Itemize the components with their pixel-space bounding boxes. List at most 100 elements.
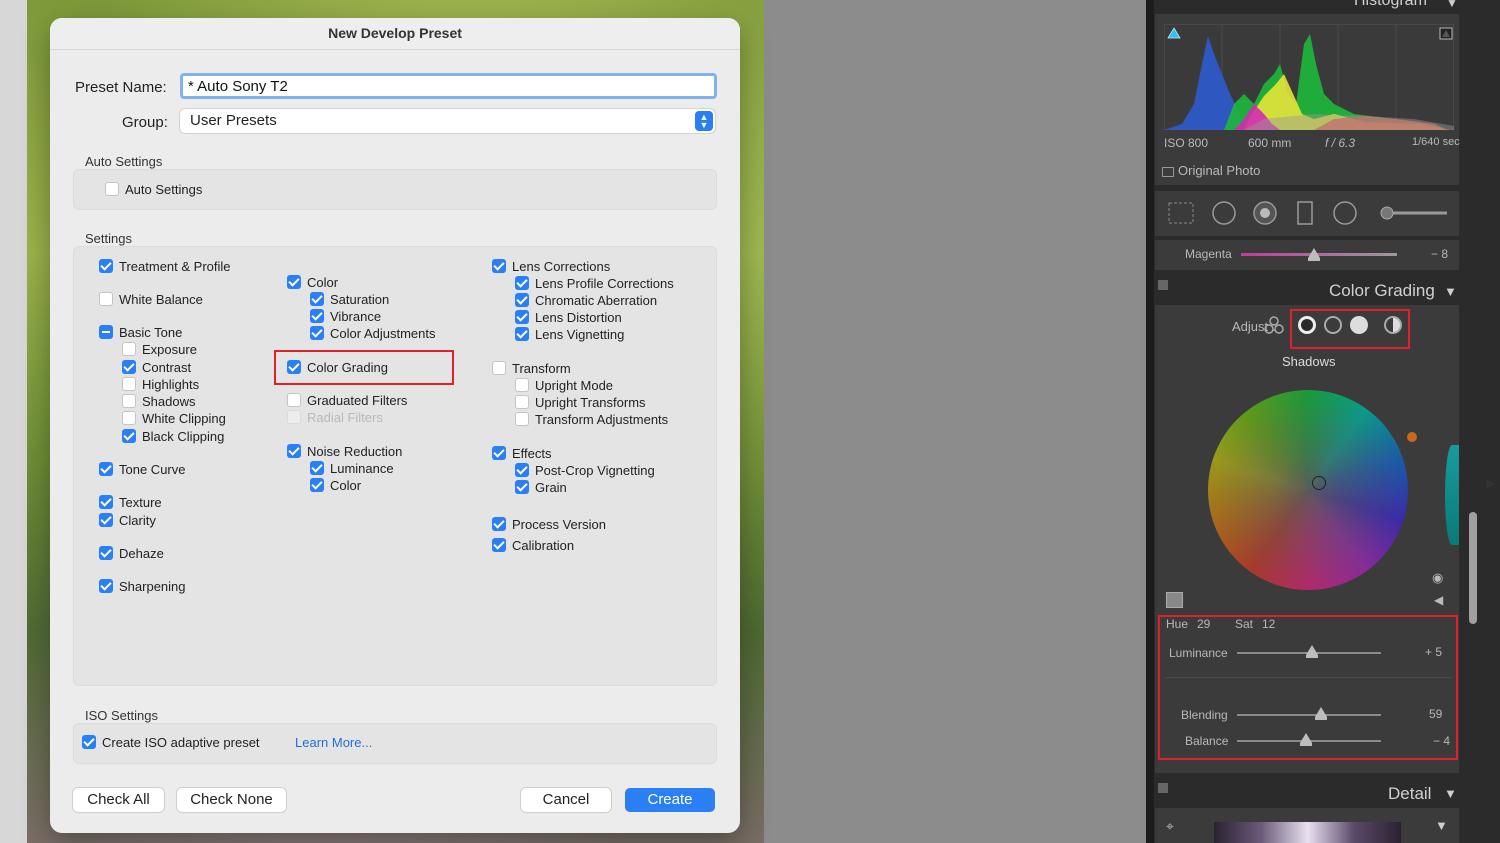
expand-panel-icon[interactable]: ▶ [1486,476,1495,490]
checkbox-contrast[interactable]: Contrast [122,359,191,375]
exif-focal-length: 600 mm [1248,136,1292,150]
histogram-title: Histogram [1354,0,1427,9]
color-wheel[interactable] [1208,390,1408,590]
checkbox-radial-filters: Radial Filters [287,409,383,425]
checkbox-luminance[interactable]: Luminance [310,460,394,476]
group-value: User Presets [190,112,277,129]
color-wheel-handle[interactable] [1312,476,1326,490]
checkbox-transform-adjustments[interactable]: Transform Adjustments [515,411,668,427]
checkbox-lens-corrections[interactable]: Lens Corrections [492,258,610,274]
checkbox-white-balance[interactable]: White Balance [99,291,203,307]
hue-handle[interactable] [1407,432,1417,442]
detail-panel: ⌖ ▼ [1155,808,1459,843]
check-all-button[interactable]: Check All [73,788,164,812]
color-swatch-icon[interactable] [1166,592,1183,608]
window-background [0,0,27,843]
luminance-slider-thumb[interactable] [1306,645,1318,658]
detail-preview-image [1214,822,1401,843]
checkbox-texture[interactable]: Texture [99,494,162,510]
panel-scrollbar[interactable] [1469,512,1477,624]
checkbox-icon [105,182,119,196]
cancel-button[interactable]: Cancel [521,788,611,812]
checkbox-clarity[interactable]: Clarity [99,512,156,528]
collapse-triangle-icon[interactable]: ▼ [1444,284,1457,299]
checkbox-graduated-filters[interactable]: Graduated Filters [287,392,407,408]
new-develop-preset-dialog: New Develop Preset Preset Name: Group: U… [50,18,740,833]
checkbox-color[interactable]: Color [287,274,338,290]
radial-filter-icon[interactable] [1333,201,1357,225]
create-button[interactable]: Create [625,788,715,812]
checkbox-sharpening[interactable]: Sharpening [99,578,186,594]
checkbox-effects[interactable]: Effects [492,445,552,461]
checkbox-vibrance[interactable]: Vibrance [310,308,381,324]
checkbox-color-adjustments[interactable]: Color Adjustments [310,325,436,341]
target-icon[interactable]: ⌖ [1166,818,1174,835]
right-panel: Histogram ▼ ISO 800 600 mm f / 6.3 1/640… [1146,0,1500,843]
original-photo-toggle[interactable]: Original Photo [1162,163,1260,178]
detail-title: Detail [1388,784,1432,803]
spot-removal-icon[interactable] [1212,201,1236,225]
checkbox-process-version[interactable]: Process Version [492,516,606,532]
checkbox-noise-reduction[interactable]: Noise Reduction [287,443,402,459]
checkbox-iso-adaptive[interactable]: Create ISO adaptive preset [82,734,260,750]
hue-value: 29 [1197,617,1211,631]
color-grading-highlight [274,350,454,385]
shadows-label: Shadows [1282,354,1336,369]
collapse-triangle-icon[interactable]: ▼ [1446,0,1458,10]
collapse-left-icon[interactable]: ◀ [1434,593,1443,607]
learn-more-link[interactable]: Learn More... [295,735,372,750]
collapse-triangle-icon[interactable]: ▼ [1444,786,1457,801]
exif-iso: ISO 800 [1164,136,1209,150]
auto-settings-checkbox[interactable]: Auto Settings [105,181,202,197]
checkbox-dehaze[interactable]: Dehaze [99,545,164,561]
checkbox-icon [1162,166,1174,177]
three-way-icon[interactable] [1263,315,1285,335]
select-arrows-icon: ▲ ▼ [695,111,713,131]
color-grading-title: Color Grading [1329,281,1435,300]
checkbox-treatment-profile[interactable]: Treatment & Profile [99,258,231,274]
checkbox-chromatic-aberration[interactable]: Chromatic Aberration [515,292,657,308]
checkbox-exposure[interactable]: Exposure [122,341,197,357]
checkbox-lens-profile-corrections[interactable]: Lens Profile Corrections [515,275,674,291]
blending-label: Blending [1181,708,1228,722]
blending-slider-thumb[interactable] [1315,707,1327,720]
color-grading-panel: Adjust : Shadows ◉ ◀ Hue 29 Sat 12 Lumin… [1155,305,1459,773]
panel-toggle-icon[interactable] [1158,783,1168,793]
eye-icon[interactable]: ◉ [1432,570,1443,586]
checkbox-grain[interactable]: Grain [515,479,567,495]
checkbox-highlights[interactable]: Highlights [122,376,199,392]
balance-slider-thumb[interactable] [1300,733,1312,746]
group-select[interactable]: User Presets ▲ ▼ [180,109,715,133]
blending-slider-track[interactable] [1237,714,1381,716]
adjacent-wheel-edge [1445,445,1459,545]
check-none-button[interactable]: Check None [177,788,286,812]
collapse-triangle-icon[interactable]: ▼ [1435,818,1448,833]
checkbox-black-clipping[interactable]: Black Clipping [122,428,224,444]
checkbox-upright-mode[interactable]: Upright Mode [515,377,613,393]
crop-tool-icon[interactable] [1168,202,1194,224]
checkbox-post-crop-vignetting[interactable]: Post-Crop Vignetting [515,462,655,478]
checkbox-lens-vignetting[interactable]: Lens Vignetting [515,326,624,342]
checkbox-lens-distortion[interactable]: Lens Distortion [515,309,622,325]
checkbox-tone-curve[interactable]: Tone Curve [99,461,185,477]
checkbox-saturation[interactable]: Saturation [310,291,389,307]
graduated-filter-icon[interactable] [1297,201,1313,225]
checkbox-transform[interactable]: Transform [492,360,571,376]
balance-label: Balance [1185,734,1229,748]
sat-label: Sat [1235,617,1254,631]
group-label: Group: [122,114,168,131]
preset-name-input[interactable] [180,73,717,99]
checkbox-upright-transforms[interactable]: Upright Transforms [515,394,646,410]
workspace-background [764,0,1146,843]
exif-aperture: f / 6.3 [1325,136,1356,150]
magenta-value: − 8 [1431,247,1449,261]
preset-name-label: Preset Name: [75,79,167,96]
checkbox-white-clipping[interactable]: White Clipping [122,410,226,426]
tint-slider-thumb[interactable] [1308,248,1320,261]
checkbox-nr-color[interactable]: Color [310,477,361,493]
panel-toggle-icon[interactable] [1158,280,1168,290]
histogram-graph [1164,24,1454,130]
checkbox-calibration[interactable]: Calibration [492,537,574,553]
checkbox-shadows[interactable]: Shadows [122,393,195,409]
checkbox-basic-tone[interactable]: Basic Tone [99,324,182,340]
